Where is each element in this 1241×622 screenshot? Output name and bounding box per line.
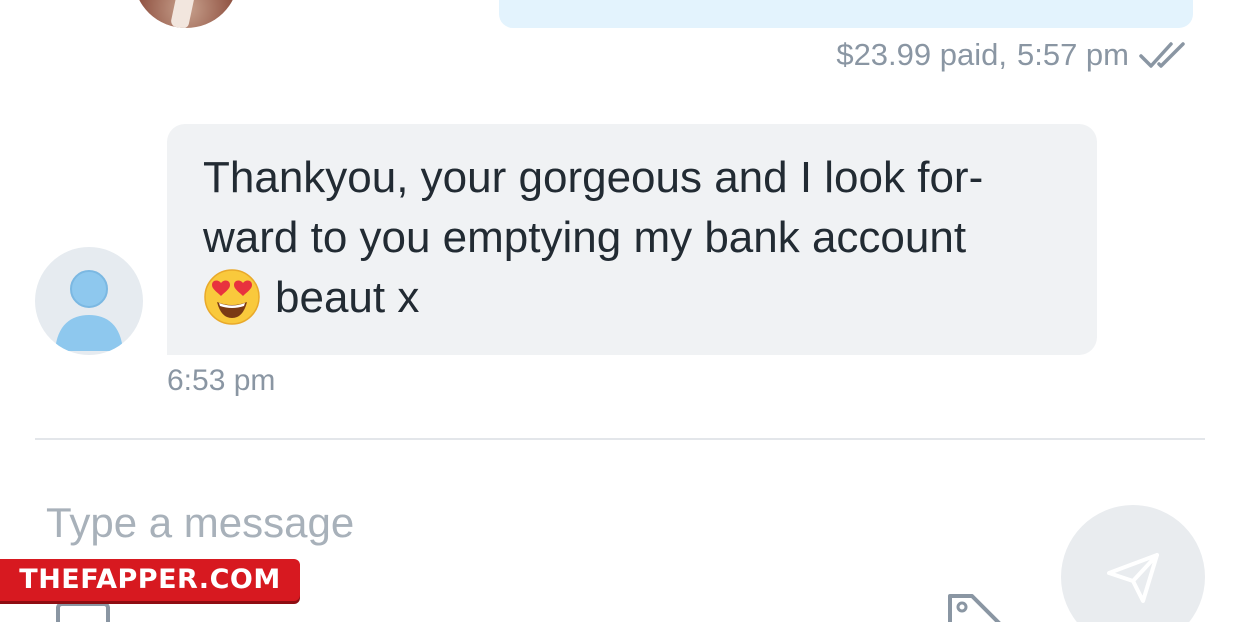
- send-icon: [1107, 553, 1159, 603]
- outgoing-message-bubble: [499, 0, 1193, 28]
- watermark-logo: THEFAPPER.COM: [0, 559, 300, 601]
- heart-eyes-emoji-icon: [204, 269, 260, 325]
- send-button[interactable]: [1061, 505, 1205, 622]
- composer-divider: [35, 438, 1205, 440]
- user-avatar[interactable]: [35, 247, 143, 355]
- chat-screen: $23.99 paid, 5:57 pm Thankyou, your gorg…: [0, 0, 1241, 622]
- message-text-end: beaut x: [275, 273, 420, 322]
- message-text-line-last: beaut x: [203, 268, 1061, 328]
- message-input[interactable]: [46, 495, 946, 551]
- incoming-message-bubble: Thankyou, your gorgeous and I look for- …: [167, 124, 1097, 355]
- outgoing-message-meta: $23.99 paid, 5:57 pm: [836, 37, 1193, 73]
- price-tag-icon[interactable]: [944, 592, 1008, 622]
- image-icon[interactable]: [56, 602, 110, 622]
- creator-avatar[interactable]: [134, 0, 238, 28]
- outgoing-time: 5:57 pm: [1016, 37, 1129, 72]
- message-text-line: Thankyou, your gorgeous and I look for-: [203, 153, 984, 202]
- incoming-time: 6:53 pm: [167, 364, 276, 397]
- paid-label: $23.99 paid,: [836, 37, 1007, 72]
- double-check-icon: [1139, 42, 1185, 68]
- message-text-line: ward to you emptying my bank account: [203, 213, 967, 262]
- default-user-icon: [55, 270, 123, 351]
